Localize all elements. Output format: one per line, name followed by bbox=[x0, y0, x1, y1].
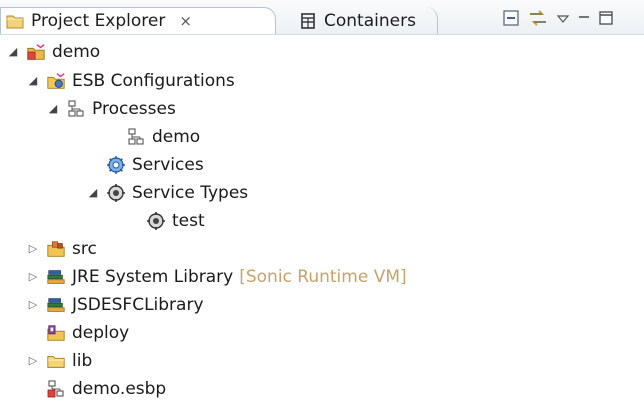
expand-toggle[interactable]: ▷ bbox=[26, 242, 40, 255]
tree-item-label: JSDESFCLibrary bbox=[72, 294, 204, 315]
tree-item-label: JRE System Library bbox=[72, 266, 234, 287]
service-types-icon bbox=[106, 183, 126, 203]
processes-icon bbox=[66, 99, 86, 119]
tree-item-lib[interactable]: ▷ lib bbox=[26, 347, 92, 374]
tree-item-label: demo.esbp bbox=[72, 378, 167, 399]
tree-item-test[interactable]: test bbox=[146, 207, 205, 234]
close-icon[interactable]: × bbox=[179, 12, 192, 30]
project-explorer-icon bbox=[5, 11, 25, 31]
expand-toggle[interactable]: ▷ bbox=[26, 354, 40, 367]
source-folder-icon bbox=[46, 239, 66, 259]
tree-item-services[interactable]: Services bbox=[106, 151, 204, 178]
link-with-editor-icon[interactable] bbox=[527, 9, 549, 31]
tree-item-label: demo bbox=[52, 41, 101, 62]
tree-item-label: deploy bbox=[72, 322, 130, 343]
tree-item-service-types[interactable]: ◢ Service Types bbox=[86, 179, 248, 206]
tree-item-label: Services bbox=[132, 154, 204, 175]
tree-item-label: Processes bbox=[92, 98, 176, 119]
esbp-file-icon bbox=[46, 379, 66, 399]
view-toolbar bbox=[502, 9, 614, 31]
containers-icon bbox=[298, 11, 318, 31]
tree-item-label: test bbox=[172, 210, 205, 231]
tab-containers[interactable]: Containers bbox=[278, 7, 438, 34]
tree-item-processes[interactable]: ◢ Processes bbox=[46, 95, 176, 122]
tree-item-esb-configurations[interactable]: ◢ ESB Configurations bbox=[26, 67, 235, 94]
view-menu-icon[interactable] bbox=[556, 11, 570, 30]
tree-item-label: Service Types bbox=[132, 182, 249, 203]
expand-toggle[interactable]: ◢ bbox=[46, 102, 60, 115]
esb-configurations-icon bbox=[46, 71, 66, 91]
folder-icon bbox=[46, 351, 66, 371]
service-type-icon bbox=[146, 211, 166, 231]
tree-item-demo-esbp[interactable]: demo.esbp bbox=[46, 375, 166, 402]
expand-toggle[interactable]: ◢ bbox=[86, 186, 100, 199]
tree-item-jsdesfclibrary[interactable]: ▷ JSDESFCLibrary bbox=[26, 291, 204, 318]
process-icon bbox=[126, 127, 146, 147]
tab-containers-label: Containers bbox=[324, 10, 416, 31]
expand-toggle[interactable]: ◢ bbox=[26, 74, 40, 87]
services-icon bbox=[106, 155, 126, 175]
expand-toggle[interactable]: ◢ bbox=[6, 45, 20, 58]
tab-project-explorer[interactable]: Project Explorer × bbox=[0, 7, 276, 34]
tab-project-explorer-label: Project Explorer bbox=[31, 11, 166, 31]
tree-item-demo-process[interactable]: demo bbox=[126, 123, 200, 150]
library-icon bbox=[46, 295, 66, 315]
jre-container-decoration: [Sonic Runtime VM] bbox=[239, 266, 407, 287]
maximize-icon[interactable] bbox=[598, 10, 614, 30]
view-tab-bar: Project Explorer × Containers bbox=[0, 0, 644, 35]
tree-item-label: src bbox=[72, 238, 97, 259]
minimize-icon[interactable] bbox=[577, 11, 591, 30]
collapse-all-icon[interactable] bbox=[502, 9, 520, 31]
expand-toggle[interactable]: ▷ bbox=[26, 298, 40, 311]
tree-item-demo-project[interactable]: ◢ demo bbox=[6, 38, 100, 65]
expand-toggle[interactable]: ▷ bbox=[26, 270, 40, 283]
tree-item-label: ESB Configurations bbox=[72, 70, 235, 91]
tree-item-jre-system-library[interactable]: ▷ JRE System Library [Sonic Runtime VM] bbox=[26, 263, 407, 290]
tree-item-src[interactable]: ▷ src bbox=[26, 235, 97, 262]
tree-item-deploy[interactable]: deploy bbox=[46, 319, 129, 346]
tree-item-label: lib bbox=[72, 350, 93, 371]
tree-item-label: demo bbox=[152, 126, 201, 147]
project-icon bbox=[26, 42, 46, 62]
library-icon bbox=[46, 267, 66, 287]
deploy-folder-icon bbox=[46, 323, 66, 343]
